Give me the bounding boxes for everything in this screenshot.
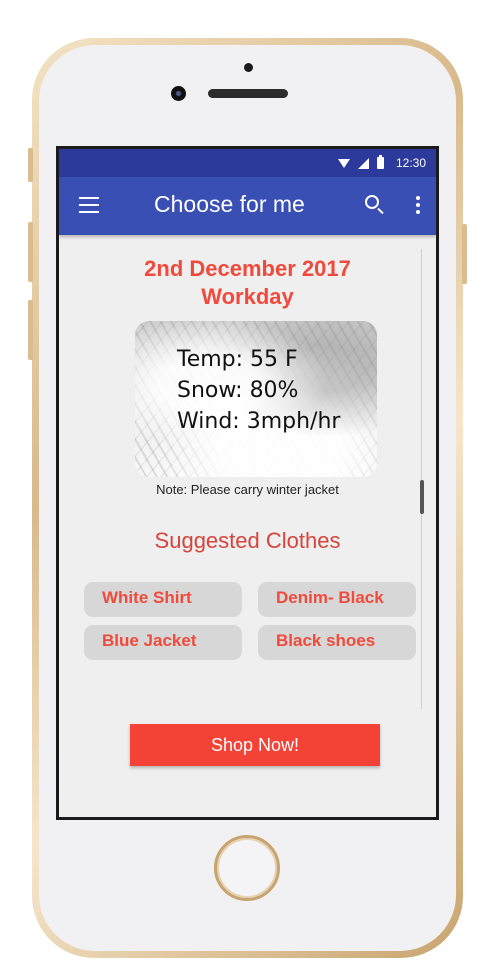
search-icon[interactable] <box>365 195 379 209</box>
date-label: 2nd December 2017 <box>144 256 351 281</box>
earpiece-speaker <box>208 89 288 98</box>
status-time: 12:30 <box>395 156 426 170</box>
shop-now-button[interactable]: Shop Now! <box>130 724 380 766</box>
wifi-icon <box>337 158 350 168</box>
clothes-chip-denim-black[interactable]: Denim- Black <box>258 582 416 617</box>
volume-up-button <box>28 222 33 282</box>
proximity-sensor <box>244 63 253 72</box>
clothes-chip-white-shirt[interactable]: White Shirt <box>84 582 242 617</box>
power-button <box>462 224 467 284</box>
mute-switch <box>28 148 33 182</box>
home-button[interactable] <box>214 835 280 901</box>
clothes-chip-blue-jacket[interactable]: Blue Jacket <box>84 625 242 660</box>
clothes-chip-black-shoes[interactable]: Black shoes <box>258 625 416 660</box>
status-bar: 12:30 <box>59 149 436 177</box>
temperature-label: Temp: 55 F <box>177 347 298 372</box>
phone-screen: 12:30 Choose for me 2nd December 2017 Wo… <box>56 146 439 820</box>
weather-card: Temp: 55 F Snow: 80% Wind: 3mph/hr <box>135 321 377 477</box>
day-type-label: Workday <box>201 284 294 309</box>
wind-label: Wind: 3mph/hr <box>177 409 341 434</box>
weather-note: Note: Please carry winter jacket <box>156 482 339 497</box>
suggested-clothes-title: Suggested Clothes <box>154 528 341 553</box>
app-bar: Choose for me <box>59 177 436 235</box>
menu-icon[interactable] <box>79 197 99 213</box>
signal-icon <box>357 157 369 169</box>
app-screen: 12:30 Choose for me 2nd December 2017 Wo… <box>59 149 436 817</box>
more-vert-icon[interactable] <box>416 196 420 217</box>
snow-label: Snow: 80% <box>177 378 299 403</box>
forecast-date: 2nd December 2017 Workday <box>59 255 436 311</box>
front-camera-icon <box>171 86 186 101</box>
volume-down-button <box>28 300 33 360</box>
app-title: Choose for me <box>154 191 305 217</box>
scrollbar-track <box>421 249 422 709</box>
battery-icon <box>376 155 384 169</box>
